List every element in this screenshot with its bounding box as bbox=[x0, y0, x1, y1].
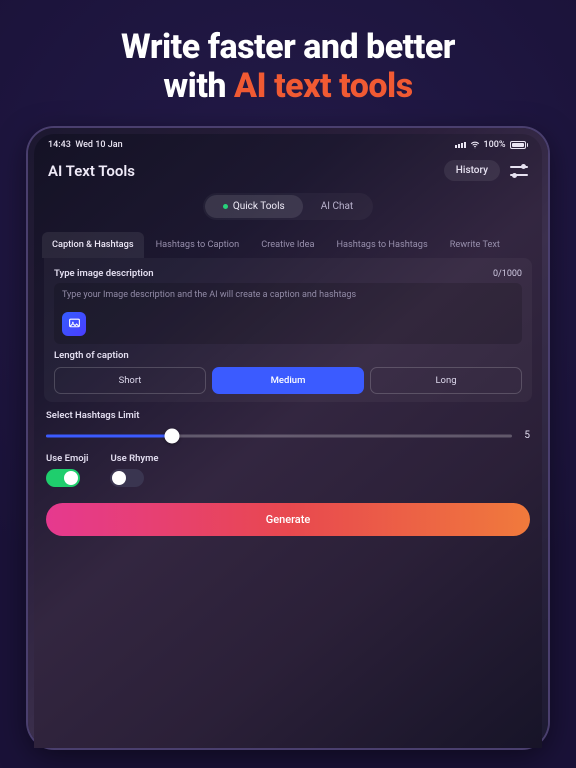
subtab-hashtags-to-hashtags[interactable]: Hashtags to Hashtags bbox=[326, 232, 437, 258]
image-icon bbox=[68, 317, 81, 330]
use-rhyme-group: Use Rhyme bbox=[110, 453, 158, 487]
hashtags-limit-value: 5 bbox=[522, 430, 530, 441]
subtab-rewrite-text[interactable]: Rewrite Text bbox=[440, 232, 510, 258]
status-left: 14:43 Wed 10 Jan bbox=[48, 140, 123, 150]
tab-quick-tools-label: Quick Tools bbox=[233, 201, 285, 212]
tab-ai-chat-label: AI Chat bbox=[321, 201, 353, 212]
char-counter: 0/1000 bbox=[493, 269, 522, 279]
length-medium[interactable]: Medium bbox=[212, 367, 364, 394]
toggles-row: Use Emoji Use Rhyme bbox=[34, 443, 542, 487]
length-long[interactable]: Long bbox=[370, 367, 522, 394]
slider-thumb[interactable] bbox=[164, 428, 179, 443]
use-rhyme-toggle[interactable] bbox=[110, 469, 144, 487]
hashtags-limit-section: Select Hashtags Limit 5 bbox=[34, 402, 542, 443]
mode-tabs: Quick Tools AI Chat bbox=[34, 193, 542, 220]
description-input[interactable]: Type your Image description and the AI w… bbox=[54, 283, 522, 344]
input-label: Type image description bbox=[54, 268, 154, 279]
signal-icon bbox=[455, 142, 466, 148]
page-title: AI Text Tools bbox=[48, 162, 135, 180]
use-rhyme-label: Use Rhyme bbox=[110, 453, 158, 464]
input-placeholder: Type your Image description and the AI w… bbox=[62, 290, 514, 302]
hashtags-limit-label: Select Hashtags Limit bbox=[46, 410, 530, 421]
promo-headline: Write faster and better with AI text too… bbox=[18, 28, 558, 106]
active-dot-icon bbox=[223, 204, 228, 209]
subtab-hashtags-to-caption[interactable]: Hashtags to Caption bbox=[146, 232, 250, 258]
settings-icon[interactable] bbox=[510, 164, 528, 178]
app-header: AI Text Tools History bbox=[34, 152, 542, 191]
headline-line2-prefix: with bbox=[163, 66, 234, 106]
generate-button[interactable]: Generate bbox=[46, 503, 530, 536]
tab-ai-chat[interactable]: AI Chat bbox=[303, 195, 371, 218]
add-image-button[interactable] bbox=[62, 312, 86, 336]
status-time: 14:43 bbox=[48, 140, 71, 150]
battery-icon bbox=[510, 141, 529, 149]
headline-line1: Write faster and better bbox=[121, 27, 455, 67]
status-date: Wed 10 Jan bbox=[75, 140, 122, 150]
status-bar: 14:43 Wed 10 Jan 100% bbox=[34, 134, 542, 152]
length-segmented: Short Medium Long bbox=[54, 367, 522, 394]
device-screen: 14:43 Wed 10 Jan 100% AI Text Tools Hist… bbox=[34, 134, 542, 748]
battery-pct: 100% bbox=[484, 140, 506, 150]
use-emoji-group: Use Emoji bbox=[46, 453, 88, 487]
use-emoji-label: Use Emoji bbox=[46, 453, 88, 464]
history-button[interactable]: History bbox=[444, 160, 500, 181]
headline-accent: AI text tools bbox=[234, 66, 413, 106]
wifi-icon bbox=[470, 140, 480, 150]
hashtags-limit-slider[interactable] bbox=[46, 429, 512, 443]
length-label: Length of caption bbox=[54, 350, 522, 361]
input-panel: Type image description 0/1000 Type your … bbox=[44, 258, 532, 402]
subtab-caption-hashtags[interactable]: Caption & Hashtags bbox=[42, 232, 144, 258]
sub-tabs: Caption & Hashtags Hashtags to Caption C… bbox=[34, 232, 542, 258]
status-right: 100% bbox=[455, 140, 528, 150]
device-frame: 14:43 Wed 10 Jan 100% AI Text Tools Hist… bbox=[28, 128, 548, 748]
length-short[interactable]: Short bbox=[54, 367, 206, 394]
use-emoji-toggle[interactable] bbox=[46, 469, 80, 487]
tab-quick-tools[interactable]: Quick Tools bbox=[205, 195, 303, 218]
subtab-creative-idea[interactable]: Creative Idea bbox=[251, 232, 324, 258]
